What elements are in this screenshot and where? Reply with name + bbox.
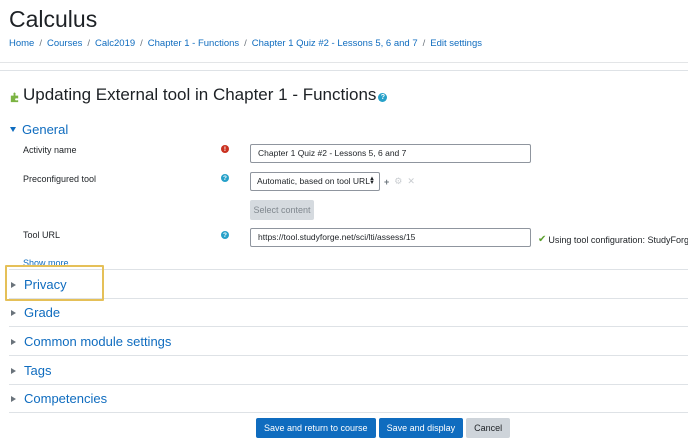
section-divider (9, 355, 688, 356)
chevron-right-icon (11, 309, 16, 316)
breadcrumb-edit-settings[interactable]: Edit settings (430, 38, 482, 49)
breadcrumb-separator: / (422, 38, 426, 49)
cancel-button[interactable]: Cancel (466, 418, 511, 438)
gear-icon[interactable]: ⚙ (394, 176, 402, 187)
breadcrumb: Home / Courses / Calc2019 / Chapter 1 - Functi… (9, 38, 482, 49)
breadcrumb-separator: / (87, 38, 90, 49)
preconfigured-tool-value: Automatic, based on tool URL (257, 176, 370, 186)
section-common-module-settings[interactable]: Common module settings (9, 334, 171, 349)
form-actions: Save and return to course Save and displ… (256, 418, 511, 438)
save-display-button[interactable]: Save and display (378, 418, 464, 438)
course-title: Calculus (9, 6, 98, 32)
tool-url-input[interactable]: https://tool.studyforge.net/sci/lti/asse… (250, 228, 531, 247)
question-icon[interactable]: ? (378, 92, 388, 102)
content-divider (0, 70, 688, 71)
exclamation-icon[interactable]: ! (221, 145, 229, 153)
tool-url-label: Tool URL (23, 230, 61, 240)
tool-actions: + ⚙ ✕ (384, 176, 415, 187)
section-divider (9, 412, 688, 413)
breadcrumb-separator: / (39, 38, 42, 49)
activity-name-input[interactable]: Chapter 1 Quiz #2 - Lessons 5, 6 and 7 (250, 144, 531, 163)
breadcrumb-calc2019[interactable]: Calc2019 (95, 38, 135, 49)
section-tags-label: Tags (24, 363, 52, 378)
breadcrumb-separator: / (244, 38, 247, 49)
highlight-box (5, 265, 104, 301)
section-grade[interactable]: Grade (9, 305, 60, 320)
breadcrumb-home[interactable]: Home (9, 38, 34, 49)
plus-icon[interactable]: + (384, 177, 389, 187)
page-title: Updating External tool in Chapter 1 - Fu… (23, 85, 377, 104)
section-grade-label: Grade (24, 305, 61, 320)
section-competencies-label: Competencies (24, 391, 108, 406)
header-divider (0, 62, 688, 63)
section-common-label: Common module settings (24, 334, 172, 349)
section-general-label: General (22, 122, 69, 137)
section-tags[interactable]: Tags (9, 363, 51, 378)
puzzle-icon (10, 92, 19, 102)
preconfigured-tool-label: Preconfigured tool (23, 174, 97, 184)
section-divider (9, 298, 688, 299)
section-general[interactable]: General (9, 122, 68, 137)
tool-config-message: ✔ Using tool configuration: StudyForge (538, 234, 688, 245)
updown-arrow-icon: ▲ ▼ (369, 176, 375, 186)
breadcrumb-chapter[interactable]: Chapter 1 - Functions (148, 38, 239, 49)
section-divider (9, 384, 688, 385)
checkmark-icon: ✔ (538, 234, 547, 245)
tool-config-text: Using tool configuration: StudyForge (548, 234, 688, 245)
section-divider (9, 269, 688, 270)
preconfigured-tool-select[interactable]: Automatic, based on tool URL ▲ ▼ (250, 172, 380, 191)
chevron-right-icon (11, 338, 16, 345)
select-content-button[interactable]: Select content (250, 200, 314, 220)
chevron-right-icon (11, 367, 16, 374)
save-return-button[interactable]: Save and return to course (256, 418, 376, 438)
question-icon[interactable]: ? (221, 231, 229, 239)
breadcrumb-courses[interactable]: Courses (47, 38, 82, 49)
page-heading: Updating External tool in Chapter 1 - Fu… (9, 85, 388, 105)
breadcrumb-separator: / (140, 38, 143, 49)
breadcrumb-quiz[interactable]: Chapter 1 Quiz #2 - Lessons 5, 6 and 7 (252, 38, 418, 49)
question-icon[interactable]: ? (221, 174, 229, 182)
close-icon[interactable]: ✕ (407, 176, 415, 187)
chevron-down-icon (10, 127, 16, 132)
activity-name-label: Activity name (23, 145, 77, 155)
section-competencies[interactable]: Competencies (9, 391, 107, 406)
chevron-right-icon (11, 395, 16, 402)
section-divider (9, 326, 688, 327)
